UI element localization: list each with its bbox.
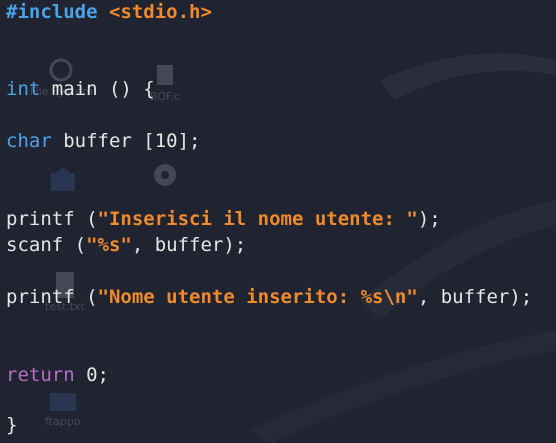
buffer-declaration: buffer [10]; [51,130,201,152]
code-line-closing-brace: } [6,412,17,438]
type-keyword: char [6,130,52,152]
main-signature: main () { [40,78,155,100]
include-header: <stdio.h> [108,1,212,23]
code-line-return: return 0; [6,362,109,388]
desktop-icon-settings[interactable] [150,160,180,190]
statement-end: ); [417,208,441,230]
code-editor[interactable]: #include <stdio.h> int main () { char bu… [6,0,532,436]
home-icon [48,165,78,195]
code-line-buffer: char buffer [10]; [6,128,200,154]
gear-icon [150,160,180,190]
code-line-scanf: scanf ("%s", buffer); [6,232,246,258]
printf-call: printf ( [6,286,98,308]
string-literal: "%s" [86,234,132,256]
closing-brace: } [6,414,18,436]
desktop-icon-folder[interactable]: ftappo [45,385,80,428]
code-line-printf-2: printf ("Nome utente inserito: %s\n", bu… [6,284,532,310]
statement-end: , buffer); [131,234,247,256]
folder-icon [48,385,78,415]
statement-end: , buffer); [417,286,533,308]
desktop-icon-home[interactable] [48,165,78,195]
code-line-main: int main () { [6,76,155,102]
code-line-printf-1: printf ("Inserisci il nome utente: "); [6,206,441,232]
code-line-include: #include <stdio.h> [6,0,212,25]
string-literal: "Nome utente inserito: %s\n" [97,286,418,308]
return-keyword: return [6,364,75,386]
preprocessor-directive: #include [6,1,98,23]
desktop-icon-label: ftappo [45,415,81,428]
type-keyword: int [6,78,41,100]
return-value: 0; [74,364,109,386]
scanf-call: scanf ( [6,234,87,256]
printf-call: printf ( [6,208,98,230]
string-literal: "Inserisci il nome utente: " [97,208,418,230]
